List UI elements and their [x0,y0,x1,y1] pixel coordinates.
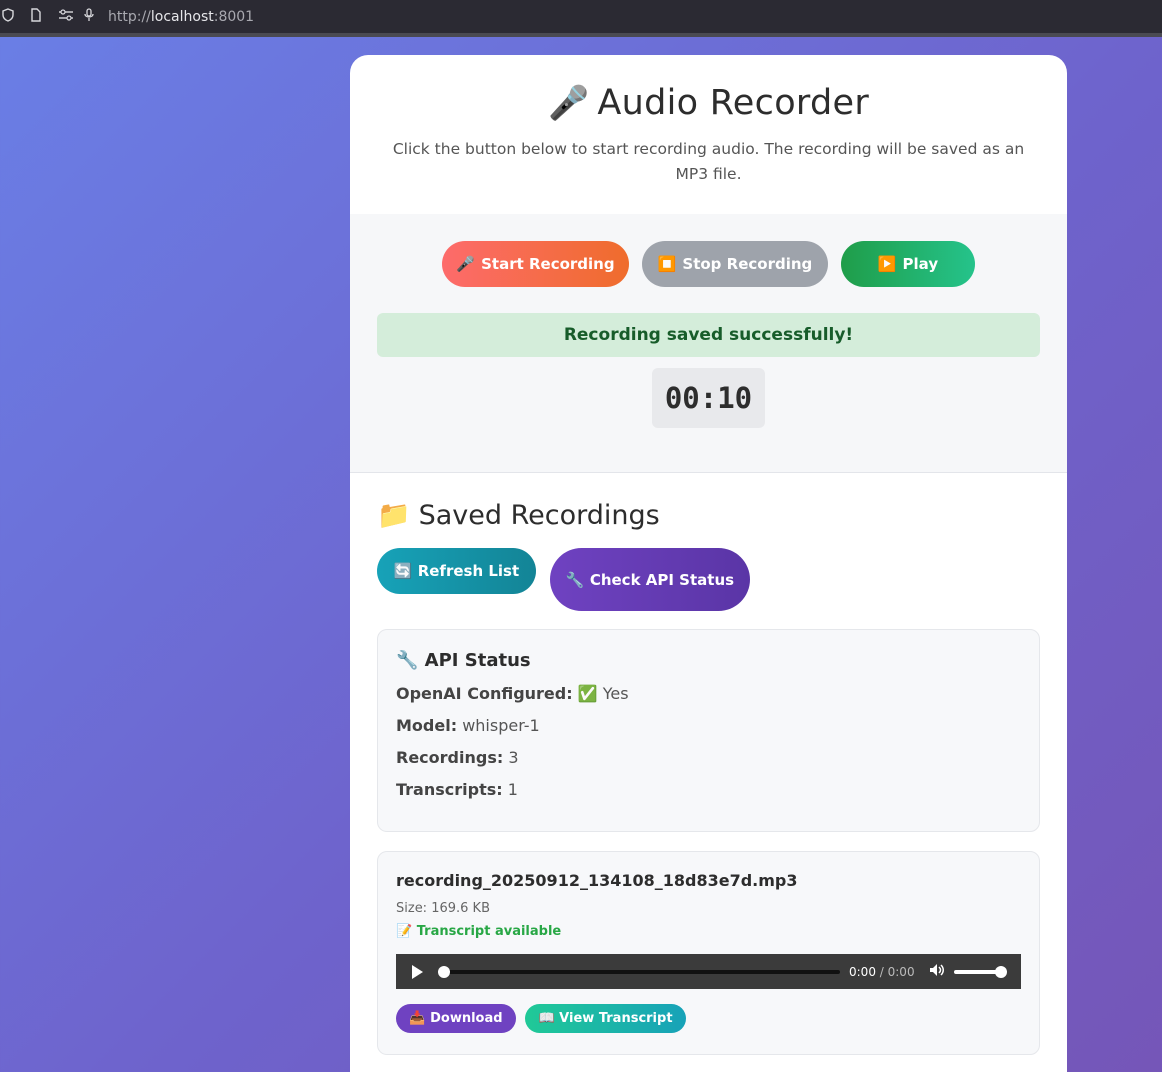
microphone-emoji-icon: 🎤 [547,83,590,122]
browser-toolbar: http://localhost:8001 [0,0,1162,33]
recorder-card: 🎤 Audio Recorder Click the button below t… [350,55,1067,1072]
api-label: Model: [396,716,458,735]
folder-icon: 📁 [377,500,411,531]
audio-duration: 0:00 [887,964,915,979]
view-transcript-button[interactable]: 📖 View Transcript [525,1004,686,1033]
stop-icon: ⏹️ [657,255,677,273]
audio-current-time: 0:00 [849,964,876,979]
recording-file-name: recording_20250912_134108_18d83e7d.mp3 [396,871,798,890]
stop-recording-button[interactable]: ⏹️ Stop Recording [642,241,828,287]
recording-timer: 00:10 [652,368,765,428]
stop-recording-label: Stop Recording [682,255,813,273]
start-recording-button[interactable]: 🎤 Start Recording [442,241,629,287]
recording-actions: 📥 Download 📖 View Transcript [396,1004,1021,1033]
control-button-row: 🎤 Start Recording ⏹️ Stop Recording ▶️ Play [350,241,1067,287]
api-status-title: 🔧 API Status [396,650,531,671]
volume-icon[interactable] [929,963,944,981]
refresh-list-button[interactable]: 🔄 Refresh List [377,548,536,594]
url-port: :8001 [213,8,255,25]
api-value: ✅ Yes [577,684,629,703]
play-button[interactable]: ▶️ Play [841,241,975,287]
api-label: OpenAI Configured: [396,684,573,703]
download-button[interactable]: 📥 Download [396,1004,516,1033]
api-value: whisper-1 [462,716,540,735]
recordings-button-row: 🔄 Refresh List 🔧 Check API Status [377,548,1040,611]
api-value: 1 [507,780,518,799]
audio-play-icon[interactable] [412,964,423,979]
progress-knob[interactable] [438,965,450,978]
audio-time-separator: / [875,964,888,979]
audio-time-readout: 0:00 / 0:00 [849,965,915,979]
saved-recordings-title-text: Saved Recordings [418,500,660,531]
page-title: 🎤 Audio Recorder [350,83,1067,123]
microphone-icon[interactable] [84,7,94,26]
permissions-icon[interactable] [58,8,74,25]
status-message: Recording saved successfully! [377,313,1040,357]
start-recording-label: Start Recording [481,255,615,273]
play-icon: ▶️ [877,255,897,273]
volume-knob[interactable] [994,965,1007,978]
transcript-available-note: 📝 Transcript available [396,924,562,939]
url-prefix: http:// [108,8,151,25]
play-label: Play [902,255,939,273]
page-title-text: Audio Recorder [597,83,870,123]
recording-item: recording_20250912_134108_18d83e7d.mp3 S… [377,851,1040,1055]
url-host: localhost [150,8,214,25]
api-row-recordings: Recordings: 3 [396,748,1021,767]
address-bar-url[interactable]: http://localhost:8001 [108,9,254,25]
card-header: 🎤 Audio Recorder Click the button below t… [350,55,1067,214]
volume-slider[interactable] [953,965,1007,978]
page-subtitle: Click the button below to start recordin… [392,140,1025,183]
saved-recordings-section: 📁 Saved Recordings 🔄 Refresh List 🔧 Check… [350,473,1067,1055]
api-row-model: Model: whisper-1 [396,716,1021,735]
api-value: 3 [508,748,519,767]
page-icon[interactable] [30,7,42,26]
audio-player: 0:00 / 0:00 [396,954,1021,989]
toolbar-divider [0,33,1162,37]
api-label: Transcripts: [396,780,503,799]
check-api-status-button[interactable]: 🔧 Check API Status [550,548,750,611]
audio-progress-slider[interactable] [438,965,840,978]
api-row-transcripts: Transcripts: 1 [396,780,1021,799]
shield-icon[interactable] [2,7,14,26]
api-label: Recordings: [396,748,504,767]
api-status-panel: 🔧 API Status OpenAI Configured: ✅ Yes Mo… [377,629,1040,832]
saved-recordings-title: 📁 Saved Recordings [377,499,1040,531]
api-row-openai: OpenAI Configured: ✅ Yes [396,684,1021,703]
microphone-icon: 🎤 [456,255,476,273]
recording-file-size: Size: 169.6 KB [396,901,490,916]
recording-controls: 🎤 Start Recording ⏹️ Stop Recording ▶️ Play… [350,214,1067,473]
